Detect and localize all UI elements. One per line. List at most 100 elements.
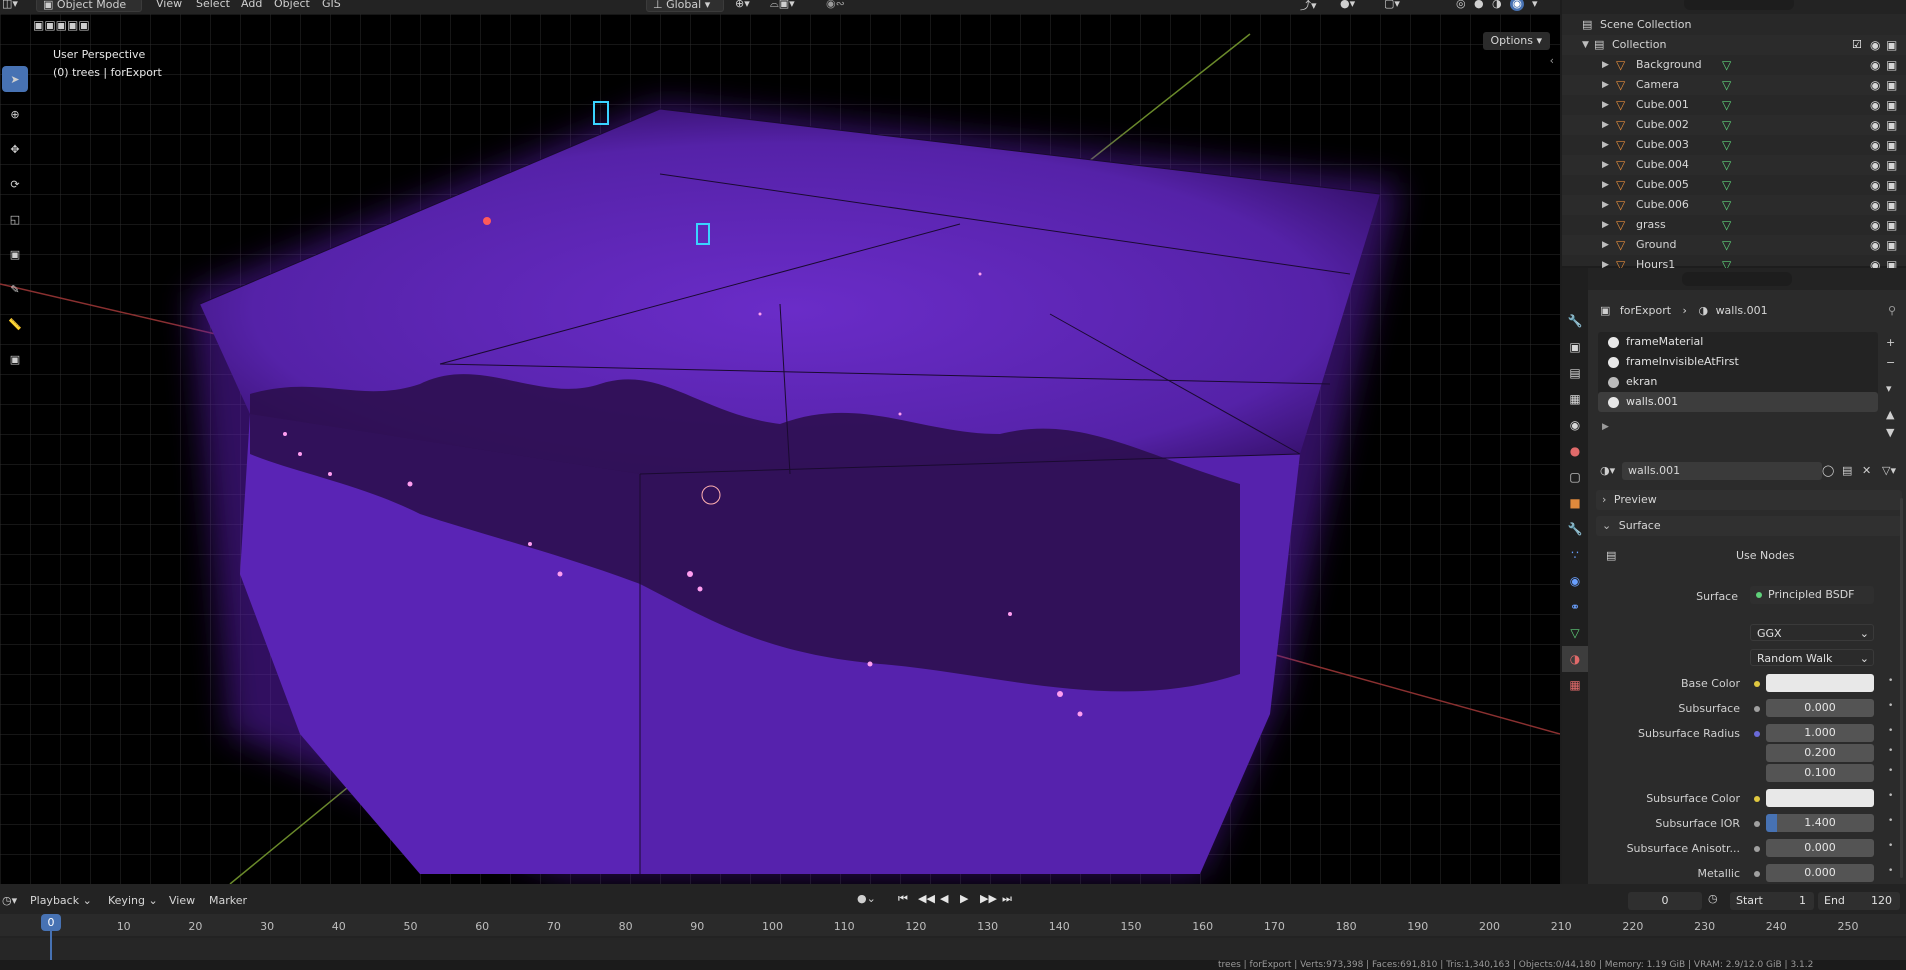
outliner-item[interactable]: ▶ ▽ Cube.003 ▽ ◉ ▣: [1562, 135, 1906, 155]
collection-row[interactable]: ▼ ▤ Collection ☑ ◉ ▣: [1562, 35, 1906, 55]
camera-icon[interactable]: ▣: [1886, 115, 1897, 135]
play-icon[interactable]: ▶: [960, 892, 968, 905]
outliner-item[interactable]: ▶ ▽ Cube.001 ▽ ◉ ▣: [1562, 95, 1906, 115]
remove-slot-icon[interactable]: −: [1886, 356, 1895, 369]
expand-triangle-icon[interactable]: ▶: [1602, 55, 1609, 75]
keyframe-dot-icon[interactable]: •: [1888, 866, 1893, 876]
object-tab-icon[interactable]: ■: [1562, 490, 1588, 516]
camera-icon[interactable]: ▣: [1886, 155, 1897, 175]
cursor-tool-icon[interactable]: ⊕: [2, 101, 28, 127]
3d-viewport[interactable]: ➤ ⊕ ✥ ⟳ ◱ ▣ ✎ 📏 ▣ ▣▣▣▣▣ User Perspective…: [0, 14, 1560, 884]
eye-icon[interactable]: ◉: [1870, 95, 1880, 115]
pin-icon[interactable]: ⚲: [1888, 304, 1896, 317]
eye-icon[interactable]: ◉: [1870, 75, 1880, 95]
jump-end-icon[interactable]: ⏭: [1002, 892, 1012, 906]
camera-icon[interactable]: ▣: [1886, 235, 1897, 255]
duplicate-icon[interactable]: ▤: [1842, 464, 1852, 477]
unlink-icon[interactable]: ✕: [1862, 464, 1871, 477]
socket-dot[interactable]: [1754, 731, 1760, 737]
collection-tab-icon[interactable]: ▢: [1562, 464, 1588, 490]
eye-icon[interactable]: ◉: [1870, 235, 1880, 255]
eye-icon[interactable]: ◉: [1870, 155, 1880, 175]
preview-panel-header[interactable]: › Preview: [1596, 490, 1902, 510]
measure-tool-icon[interactable]: 📏: [2, 311, 28, 337]
expand-triangle-icon[interactable]: ▶: [1602, 95, 1609, 115]
value-field[interactable]: 0.000: [1766, 864, 1874, 882]
play-reverse-icon[interactable]: ◀: [940, 892, 948, 905]
material-slot[interactable]: walls.001: [1598, 392, 1878, 412]
checkbox-icon[interactable]: ☑: [1852, 35, 1862, 55]
outliner-item[interactable]: ▶ ▽ Ground ▽ ◉ ▣: [1562, 235, 1906, 255]
frame-ruler[interactable]: [0, 914, 1906, 936]
material-slot[interactable]: frameInvisibleAtFirst: [1598, 352, 1878, 372]
eye-icon[interactable]: ◉: [1870, 35, 1880, 55]
socket-dot[interactable]: [1754, 706, 1760, 712]
chevron-down-icon[interactable]: ▾: [1532, 0, 1538, 10]
editor-type-button[interactable]: ◫▾: [2, 0, 24, 11]
scene-collection-row[interactable]: ▤ Scene Collection: [1562, 15, 1906, 35]
keyframe-dot-icon[interactable]: •: [1888, 726, 1893, 736]
auto-keying-icon[interactable]: ●⌄: [857, 892, 876, 905]
expand-triangle-icon[interactable]: ▶: [1602, 115, 1609, 135]
material-browse-icon[interactable]: ◑▾: [1600, 464, 1615, 477]
camera-icon[interactable]: ▣: [1886, 215, 1897, 235]
selection-mode-icons[interactable]: ▣▣▣▣▣: [33, 18, 90, 32]
pivot-icon[interactable]: ⊕▾: [735, 0, 750, 10]
camera-icon[interactable]: ▣: [1886, 175, 1897, 195]
keyframe-dot-icon[interactable]: •: [1888, 766, 1893, 776]
eye-icon[interactable]: ◉: [1870, 195, 1880, 215]
camera-icon[interactable]: ▣: [1886, 195, 1897, 215]
expand-triangle-icon[interactable]: ▶: [1602, 75, 1609, 95]
socket-dot[interactable]: [1754, 846, 1760, 852]
world-tab-icon[interactable]: ●: [1562, 438, 1588, 464]
scale-tool-icon[interactable]: ◱: [2, 206, 28, 232]
outliner-item[interactable]: ▶ ▽ Cube.005 ▽ ◉ ▣: [1562, 175, 1906, 195]
outliner-item[interactable]: ▶ ▽ Cube.002 ▽ ◉ ▣: [1562, 115, 1906, 135]
options-button[interactable]: Options ▾: [1482, 32, 1550, 50]
camera-icon[interactable]: ▣: [1886, 135, 1897, 155]
props-search-field[interactable]: [1682, 272, 1792, 286]
render-tab-icon[interactable]: ▣: [1562, 334, 1588, 360]
value-field[interactable]: 0.200: [1766, 744, 1874, 762]
camera-icon[interactable]: ▣: [1886, 75, 1897, 95]
expand-triangle-icon[interactable]: ▶: [1602, 175, 1609, 195]
shading-wireframe-icon[interactable]: ◎: [1456, 0, 1466, 10]
outliner-item[interactable]: ▶ ▽ grass ▽ ◉ ▣: [1562, 215, 1906, 235]
expand-triangle-icon[interactable]: ▶: [1602, 155, 1609, 175]
outliner-item[interactable]: ▶ ▽ Camera ▽ ◉ ▣: [1562, 75, 1906, 95]
expand-triangle-icon[interactable]: ▶: [1602, 422, 1609, 432]
keyframe-dot-icon[interactable]: •: [1888, 676, 1893, 686]
material-name-field[interactable]: walls.001: [1622, 462, 1822, 480]
material-tab-icon[interactable]: ◑: [1562, 646, 1588, 672]
eye-icon[interactable]: ◉: [1870, 175, 1880, 195]
socket-dot[interactable]: [1754, 871, 1760, 877]
use-nodes-row[interactable]: ▤ Use Nodes: [1596, 546, 1902, 566]
shading-solid-icon[interactable]: ●: [1474, 0, 1484, 10]
move-down-icon[interactable]: ▼: [1886, 426, 1894, 439]
snap-icon[interactable]: ⌓▣▾: [770, 0, 795, 11]
add-slot-icon[interactable]: +: [1886, 336, 1895, 349]
output-tab-icon[interactable]: ▤: [1562, 360, 1588, 386]
expand-triangle-icon[interactable]: ▶: [1602, 135, 1609, 155]
menu-add[interactable]: Add: [241, 0, 262, 10]
keyframe-dot-icon[interactable]: •: [1888, 746, 1893, 756]
distribution-dropdown[interactable]: GGX ⌄: [1750, 624, 1874, 641]
gizmo-icon[interactable]: ⤴▾: [1300, 0, 1317, 13]
surface-panel-header[interactable]: ⌄ Surface: [1596, 516, 1902, 536]
menu-view[interactable]: View: [169, 894, 195, 907]
outliner-item[interactable]: ▶ ▽ Cube.006 ▽ ◉ ▣: [1562, 195, 1906, 215]
editor-type-button[interactable]: ◷▾: [2, 894, 17, 907]
expand-triangle-icon[interactable]: ▶: [1602, 215, 1609, 235]
add-cube-tool-icon[interactable]: ▣: [2, 346, 28, 372]
particles-tab-icon[interactable]: ∵: [1562, 542, 1588, 568]
expand-triangle-icon[interactable]: ▶: [1602, 235, 1609, 255]
jump-start-icon[interactable]: ⏮: [898, 892, 908, 906]
outliner-search-field[interactable]: [1684, 0, 1794, 10]
clock-icon[interactable]: ◷: [1708, 892, 1718, 905]
menu-playback[interactable]: Playback ⌄: [30, 894, 92, 907]
value-field[interactable]: 1.400: [1766, 814, 1874, 832]
current-frame-field[interactable]: 0: [1628, 892, 1702, 910]
keyframe-dot-icon[interactable]: •: [1888, 791, 1893, 801]
tool-tab-icon[interactable]: 🔧: [1562, 308, 1588, 334]
socket-dot[interactable]: [1754, 681, 1760, 687]
